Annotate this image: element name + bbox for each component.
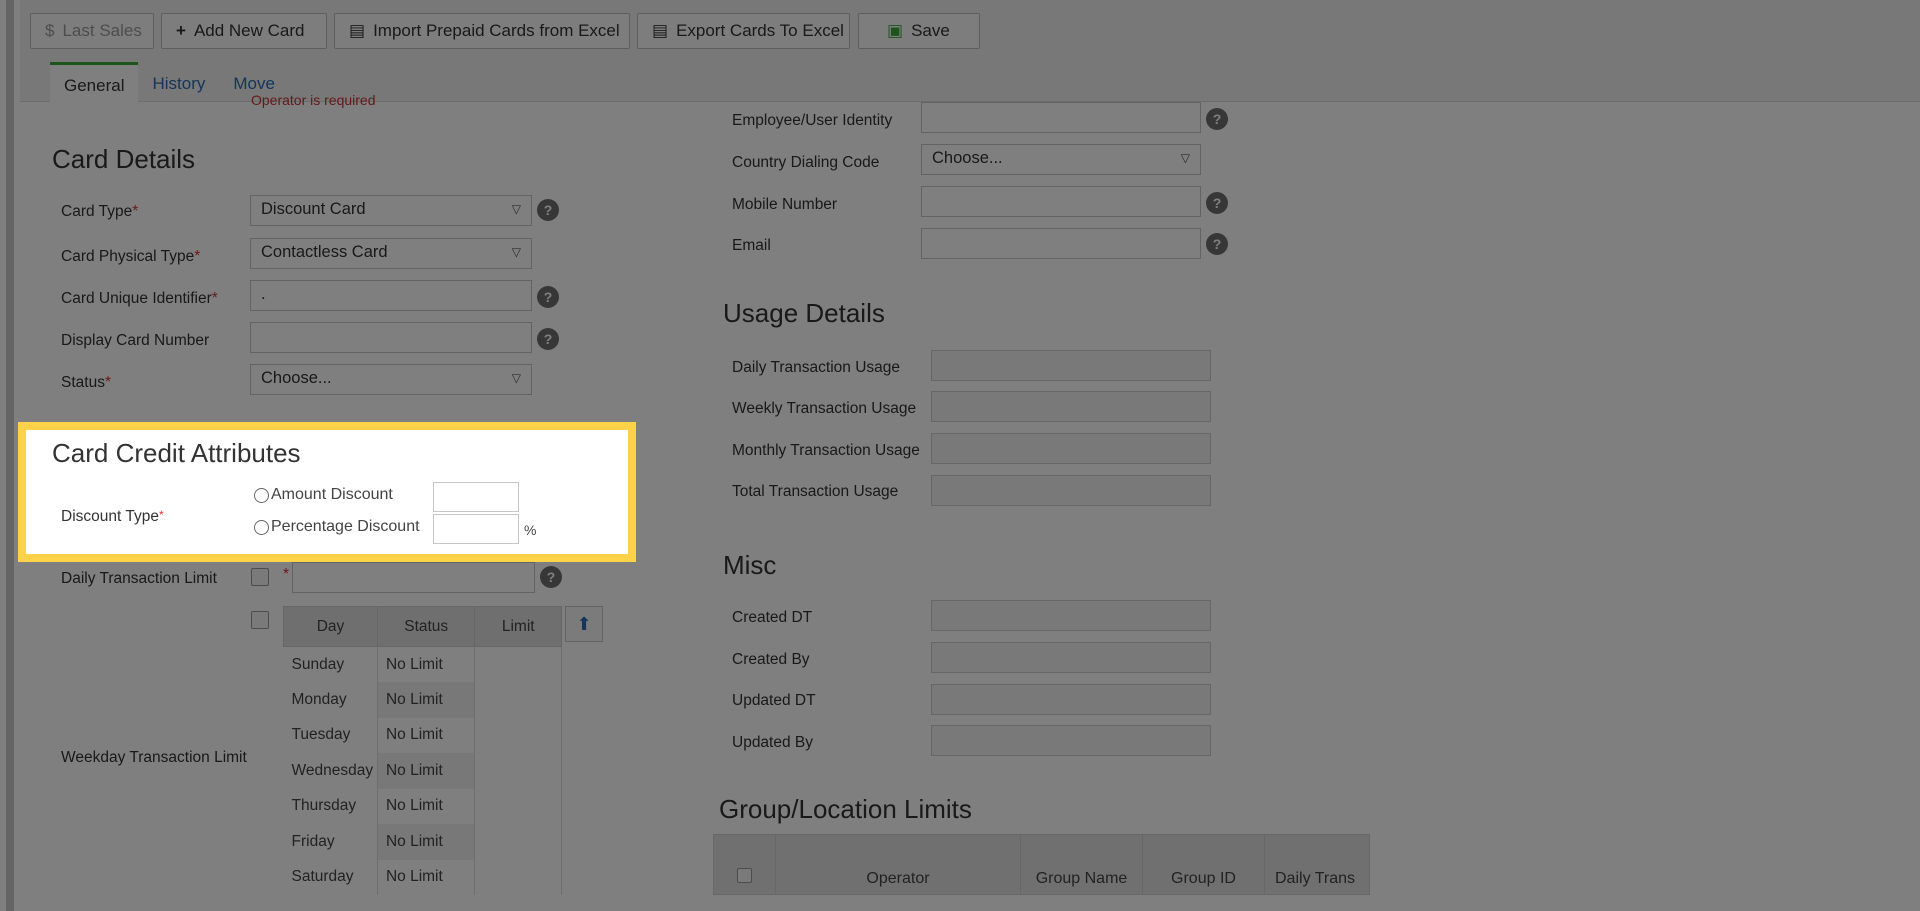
select-all-checkbox[interactable]: [737, 868, 752, 883]
help-icon[interactable]: ?: [537, 328, 559, 350]
help-icon[interactable]: ?: [537, 286, 559, 308]
status-label: Status*: [61, 374, 111, 391]
table-row[interactable]: Saturday No Limit: [283, 859, 562, 895]
display-card-number-input[interactable]: [250, 322, 532, 353]
left-scroll-rail[interactable]: [6, 0, 14, 911]
discount-type-label: Discount Type*: [61, 508, 164, 525]
created-dt-field: [931, 600, 1211, 631]
tab-general[interactable]: General: [50, 62, 139, 102]
card-credit-attributes-title: Card Credit Attributes: [52, 438, 301, 468]
table-row[interactable]: Sunday No Limit: [283, 646, 562, 682]
help-icon[interactable]: ?: [537, 199, 559, 221]
validation-error: Operator is required: [251, 92, 376, 108]
total-usage-field: [931, 475, 1211, 506]
updated-by-label: Updated By: [732, 734, 813, 751]
radio-button[interactable]: [254, 487, 269, 503]
chevron-down-icon: ▽: [511, 202, 521, 216]
export-cards-button[interactable]: ▤ Export Cards To Excel: [637, 13, 850, 49]
tab-history[interactable]: History: [138, 62, 219, 102]
mobile-number-label: Mobile Number: [732, 196, 838, 213]
add-new-card-button[interactable]: + Add New Card: [161, 13, 327, 49]
help-icon[interactable]: ?: [540, 566, 562, 588]
amount-discount-input[interactable]: [433, 482, 519, 512]
weekly-usage-label: Weekly Transaction Usage: [732, 400, 917, 417]
card-physical-type-select[interactable]: Contactless Card ▽: [250, 238, 532, 269]
column-header: Group Name: [1020, 834, 1143, 895]
daily-limit-checkbox[interactable]: [251, 568, 269, 586]
card-physical-type-label: Card Physical Type*: [61, 248, 201, 265]
daily-usage-field: [931, 350, 1211, 381]
percentage-discount-radio[interactable]: Percentage Discount: [254, 518, 420, 536]
employee-identity-input[interactable]: [921, 102, 1201, 133]
created-by-label: Created By: [732, 651, 810, 668]
import-prepaid-cards-button[interactable]: ▤ Import Prepaid Cards from Excel: [334, 13, 630, 49]
upload-icon[interactable]: ⬆: [565, 606, 603, 642]
chevron-down-icon: ▽: [511, 371, 521, 385]
table-row[interactable]: Friday No Limit: [283, 824, 562, 860]
group-location-table: Operator Group Name Group ID Daily Trans: [713, 834, 1370, 895]
total-usage-label: Total Transaction Usage: [732, 483, 899, 500]
column-header: Daily Trans: [1264, 834, 1370, 895]
card-type-select[interactable]: Discount Card ▽: [250, 195, 532, 226]
mobile-number-input[interactable]: [921, 186, 1201, 217]
card-type-label: Card Type*: [61, 203, 139, 220]
group-location-limits-title: Group/Location Limits: [719, 794, 972, 824]
toolbar: $ Last Sales + Add New Card ▤ Import Pre…: [20, 0, 1920, 102]
select-all-column[interactable]: [713, 834, 776, 895]
status-select[interactable]: Choose... ▽: [250, 364, 532, 395]
updated-dt-label: Updated DT: [732, 692, 816, 709]
card-credit-attributes-highlight: Card Credit Attributes Discount Type* Am…: [18, 422, 636, 562]
monthly-usage-field: [931, 433, 1211, 464]
updated-by-field: [931, 725, 1211, 756]
column-header: Day: [283, 606, 378, 647]
email-label: Email: [732, 237, 771, 254]
last-sales-button[interactable]: $ Last Sales: [30, 13, 154, 49]
excel-file-icon: ▤: [349, 21, 366, 40]
chevron-down-icon: ▽: [1180, 151, 1190, 165]
card-unique-identifier-label: Card Unique Identifier*: [61, 290, 218, 307]
updated-dt-field: [931, 684, 1211, 715]
weekday-limit-checkbox[interactable]: [251, 611, 269, 629]
radio-button[interactable]: [254, 519, 269, 535]
misc-title: Misc: [723, 550, 777, 580]
monthly-usage-label: Monthly Transaction Usage: [732, 442, 920, 459]
display-card-number-label: Display Card Number: [61, 332, 210, 349]
weekday-limit-table: Day Status Limit Sunday No Limit Monday No…: [283, 606, 562, 895]
dollar-icon: $: [45, 21, 55, 40]
column-header: Status: [376, 606, 476, 647]
daily-usage-label: Daily Transaction Usage: [732, 359, 900, 376]
chevron-down-icon: ▽: [511, 245, 521, 259]
help-icon[interactable]: ?: [1206, 233, 1228, 255]
daily-transaction-limit-label: Daily Transaction Limit: [61, 570, 217, 587]
table-row[interactable]: Monday No Limit: [283, 682, 562, 718]
column-header: Limit: [474, 606, 562, 647]
weekday-transaction-limit-label: Weekday Transaction Limit: [61, 749, 247, 766]
floppy-disk-icon: ▣: [887, 21, 904, 40]
save-button[interactable]: ▣ Save: [858, 13, 980, 49]
percentage-discount-input[interactable]: [433, 514, 519, 544]
daily-transaction-limit-input[interactable]: [292, 562, 535, 593]
created-dt-label: Created DT: [732, 609, 813, 626]
employee-identity-label: Employee/User Identity: [732, 112, 893, 129]
email-input[interactable]: [921, 228, 1201, 259]
excel-file-icon: ▤: [652, 21, 669, 40]
help-icon[interactable]: ?: [1206, 192, 1228, 214]
usage-details-title: Usage Details: [723, 298, 885, 328]
card-details-title: Card Details: [52, 144, 196, 174]
table-row[interactable]: Thursday No Limit: [283, 788, 562, 824]
country-dialing-code-label: Country Dialing Code: [732, 154, 880, 171]
table-row[interactable]: Wednesday No Limit: [283, 753, 562, 789]
column-header: Operator: [775, 834, 1021, 895]
percent-sign: %: [524, 522, 537, 538]
column-header: Group ID: [1142, 834, 1265, 895]
table-row[interactable]: Tuesday No Limit: [283, 717, 562, 753]
required-marker: *: [283, 566, 290, 583]
card-unique-identifier-input[interactable]: .: [250, 280, 532, 311]
weekly-usage-field: [931, 391, 1211, 422]
help-icon[interactable]: ?: [1206, 108, 1228, 130]
amount-discount-radio[interactable]: Amount Discount: [254, 486, 393, 504]
country-dialing-code-select[interactable]: Choose... ▽: [921, 144, 1201, 175]
plus-icon: +: [176, 21, 186, 40]
created-by-field: [931, 642, 1211, 673]
